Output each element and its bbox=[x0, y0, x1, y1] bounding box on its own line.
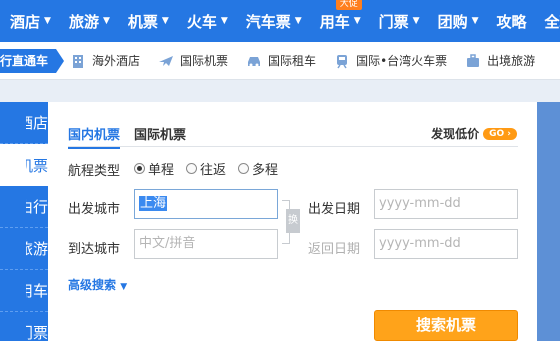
nav-global[interactable]: 全球 bbox=[535, 0, 560, 42]
plane-icon bbox=[158, 53, 174, 69]
chevron-down-icon: ▼ bbox=[102, 16, 110, 26]
discover-low-price-link[interactable]: 发现低价 GO › bbox=[431, 125, 517, 142]
sub-nav: 行直通车 海外酒店 国际机票 国际租车 国际•台湾火车票 出境旅游 bbox=[0, 42, 560, 80]
radio-label: 单程 bbox=[148, 163, 175, 178]
chevron-down-icon: ▼ bbox=[44, 16, 51, 26]
sidebar-item-car[interactable]: 用车 bbox=[0, 270, 48, 312]
depart-date-input[interactable]: yyyy-mm-dd bbox=[374, 189, 518, 219]
subnav-intl-train[interactable]: 国际•台湾火车票 bbox=[334, 52, 447, 69]
radio-dot bbox=[238, 163, 250, 174]
discover-label: 发现低价 bbox=[431, 127, 480, 141]
sidebar-item-label: 机票 bbox=[26, 156, 48, 175]
from-city-label: 出发城市 bbox=[68, 202, 121, 217]
background-banner bbox=[537, 102, 560, 341]
nav-label: 酒店 bbox=[10, 12, 41, 31]
radio-label: 往返 bbox=[200, 163, 227, 178]
chevron-down-icon: ▼ bbox=[353, 16, 361, 26]
from-city-value: 上海 bbox=[139, 196, 168, 211]
nav-tickets[interactable]: 门票 ▼ bbox=[369, 0, 428, 42]
sidebar-item-free-travel[interactable]: 自由行 bbox=[0, 186, 48, 228]
radio-multi-city[interactable]: 多程 bbox=[238, 159, 278, 178]
nav-label: 机票 bbox=[127, 12, 158, 31]
go-icon: GO › bbox=[483, 127, 517, 140]
subnav-label: 海外酒店 bbox=[92, 54, 141, 68]
nav-label: 汽车票 bbox=[245, 12, 291, 31]
nav-label: 攻略 bbox=[496, 12, 527, 31]
divider bbox=[68, 146, 518, 147]
subnav-label: 出境旅游 bbox=[487, 54, 536, 68]
chevron-down-icon: ▼ bbox=[294, 16, 302, 26]
sidebar-item-label: 自由行 bbox=[26, 198, 48, 216]
flight-search-panel: 国内机票 国际机票 发现低价 GO › 航程类型 单程 往返 多程 出发城市 上… bbox=[48, 102, 537, 341]
subnav-overseas-hotel[interactable]: 海外酒店 bbox=[70, 52, 140, 69]
chevron-down-icon: ▼ bbox=[471, 16, 479, 26]
trip-type-label: 航程类型 bbox=[68, 164, 121, 179]
nav-label: 全球 bbox=[544, 12, 560, 31]
train-icon bbox=[334, 53, 350, 69]
go-label: GO bbox=[489, 128, 505, 139]
promo-label: 行直通车 bbox=[0, 48, 65, 73]
subnav-label: 国际租车 bbox=[268, 54, 317, 68]
advanced-search-label: 高级搜索 bbox=[68, 278, 117, 292]
sidebar-item-label: 酒店 bbox=[26, 114, 48, 132]
category-sidebar: 酒店 机票 自由行 旅游 用车 门票 bbox=[0, 102, 48, 341]
nav-hotel[interactable]: 酒店 ▼ bbox=[0, 0, 59, 42]
sidebar-item-flights[interactable]: 机票 bbox=[0, 144, 48, 186]
nav-train[interactable]: 火车 ▼ bbox=[177, 0, 236, 42]
subnav-label: 国际•台湾火车票 bbox=[356, 54, 448, 68]
subnav-intl-car[interactable]: 国际租车 bbox=[246, 52, 316, 69]
to-city-label: 到达城市 bbox=[68, 242, 121, 257]
search-flights-button[interactable]: 搜索机票 bbox=[374, 310, 518, 341]
subnav-intl-flights[interactable]: 国际机票 bbox=[158, 52, 228, 69]
nav-groupbuy[interactable]: 团购 ▼ bbox=[428, 0, 487, 42]
nav-guide[interactable]: 攻略 bbox=[487, 0, 535, 42]
chevron-down-icon: ▼ bbox=[220, 16, 228, 26]
from-city-input[interactable]: 上海 bbox=[134, 189, 278, 219]
promo-badge: 大促 bbox=[335, 0, 362, 10]
return-date-label: 返回日期 bbox=[308, 242, 361, 257]
radio-dot bbox=[134, 163, 145, 174]
sidebar-item-label: 用车 bbox=[26, 282, 48, 300]
nav-travel[interactable]: 旅游 ▼ bbox=[59, 0, 118, 42]
radio-round-trip[interactable]: 往返 bbox=[186, 159, 226, 178]
swap-cities-button[interactable]: 换 bbox=[286, 209, 300, 233]
chevron-down-icon: ▼ bbox=[412, 16, 420, 26]
car-icon bbox=[246, 53, 262, 69]
advanced-search-link[interactable]: 高级搜索 ▼ bbox=[68, 276, 127, 293]
nav-label: 门票 bbox=[378, 12, 409, 31]
radio-label: 多程 bbox=[252, 163, 279, 178]
building-icon bbox=[70, 53, 86, 69]
sidebar-item-travel[interactable]: 旅游 bbox=[0, 228, 48, 270]
subnav-label: 国际机票 bbox=[180, 54, 229, 68]
sidebar-item-hotel[interactable]: 酒店 bbox=[0, 102, 48, 144]
sidebar-item-label: 门票 bbox=[26, 324, 48, 341]
nav-bus[interactable]: 汽车票 ▼ bbox=[236, 0, 310, 42]
top-nav: 酒店▼ 旅游▼ 机票▼ 火车▼ 汽车票▼ 大促用车▼ 门票▼ 团购▼ 攻略 全球 bbox=[0, 0, 560, 42]
depart-date-label: 出发日期 bbox=[308, 202, 361, 217]
radio-dot bbox=[186, 163, 198, 174]
sidebar-item-tickets[interactable]: 门票 bbox=[0, 312, 48, 341]
nav-flights[interactable]: 机票 ▼ bbox=[118, 0, 177, 42]
return-date-input[interactable]: yyyy-mm-dd bbox=[374, 229, 518, 259]
nav-label: 火车 bbox=[186, 12, 217, 31]
sidebar-item-label: 旅游 bbox=[26, 240, 48, 258]
chevron-down-icon: ▼ bbox=[120, 282, 128, 292]
nav-label: 用车 bbox=[319, 12, 350, 31]
nav-label: 旅游 bbox=[68, 12, 99, 31]
subnav-outbound-travel[interactable]: 出境旅游 bbox=[465, 52, 535, 69]
chevron-down-icon: ▼ bbox=[161, 16, 169, 26]
to-city-input[interactable]: 中文/拼音 bbox=[134, 229, 278, 259]
trip-type-group: 单程 往返 多程 bbox=[134, 159, 278, 178]
nav-car[interactable]: 大促用车 ▼ bbox=[310, 0, 369, 42]
nav-label: 团购 bbox=[437, 12, 468, 31]
radio-one-way[interactable]: 单程 bbox=[134, 159, 174, 178]
suitcase-icon bbox=[465, 53, 481, 69]
